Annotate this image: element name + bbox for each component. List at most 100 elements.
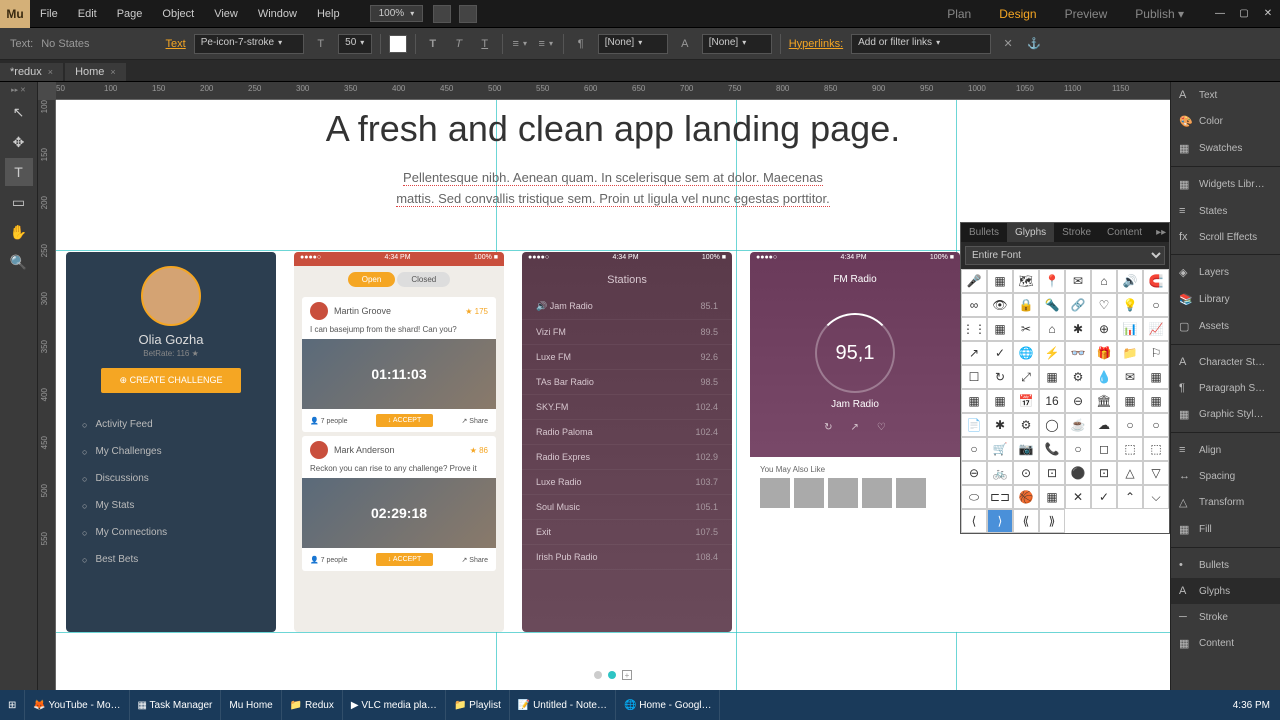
glyph-cell[interactable]: 16 <box>1039 389 1065 413</box>
glyph-cell[interactable]: 📅 <box>1013 389 1039 413</box>
glyph-cell[interactable]: ⋮⋮ <box>961 317 987 341</box>
glyph-cell[interactable]: 🎁 <box>1091 341 1117 365</box>
glyph-cell[interactable]: 🔦 <box>1039 293 1065 317</box>
glyph-cell[interactable]: ○ <box>1143 293 1169 317</box>
glyph-cell[interactable]: ✓ <box>987 341 1013 365</box>
taskbar-button[interactable]: ⊞ <box>0 690 25 720</box>
glyph-cell[interactable]: ▦ <box>987 389 1013 413</box>
glyph-cell[interactable]: ⊖ <box>1065 389 1091 413</box>
taskbar-button[interactable]: 🦊 YouTube - Mo… <box>25 690 129 720</box>
font-dropdown[interactable]: Pe-icon-7-stroke <box>194 34 304 54</box>
para-style-icon[interactable]: ¶ <box>572 35 590 53</box>
glyph-cell[interactable]: 🔗 <box>1065 293 1091 317</box>
glyph-cell[interactable]: ◯ <box>1039 413 1065 437</box>
glyph-cell[interactable]: ⟫ <box>1039 509 1065 533</box>
taskbar-button[interactable]: Mu Home <box>221 690 281 720</box>
workspace-plan[interactable]: Plan <box>933 7 985 21</box>
glyph-cell[interactable]: 📊 <box>1117 317 1143 341</box>
italic-button[interactable]: T <box>450 35 468 53</box>
menu-file[interactable]: File <box>30 8 68 20</box>
taskbar-button[interactable]: ▦ Task Manager <box>130 690 222 720</box>
glyph-cell[interactable]: ↻ <box>987 365 1013 389</box>
glyph-cell[interactable]: ▦ <box>1039 485 1065 509</box>
glyph-cell[interactable]: 📁 <box>1117 341 1143 365</box>
text-tool[interactable]: T <box>5 158 33 186</box>
glyph-cell[interactable]: ☐ <box>961 365 987 389</box>
glyph-cell[interactable]: 💧 <box>1091 365 1117 389</box>
glyphs-tab-glyphs[interactable]: Glyphs <box>1007 223 1054 242</box>
panel-widgetslibr[interactable]: ▦Widgets Libr… <box>1171 171 1280 198</box>
para-style-dropdown[interactable]: [None] <box>598 34 668 54</box>
glyph-cell[interactable]: ⬭ <box>961 485 987 509</box>
glyph-cell[interactable]: 👁 <box>987 293 1013 317</box>
taskbar-button[interactable]: 🌐 Home - Googl… <box>616 690 720 720</box>
glyph-cell[interactable]: ✕ <box>1065 485 1091 509</box>
glyph-cell[interactable]: ⌂ <box>1039 317 1065 341</box>
glyph-cell[interactable]: ⚫ <box>1065 461 1091 485</box>
zoom-dropdown[interactable]: 100% <box>370 5 424 22</box>
glyph-cell[interactable]: ○ <box>1065 437 1091 461</box>
glyph-cell[interactable]: 🚲 <box>987 461 1013 485</box>
close-button[interactable]: ✕ <box>1256 5 1280 23</box>
glyph-cell[interactable]: ✓ <box>1091 485 1117 509</box>
panel-fill[interactable]: ▦Fill <box>1171 516 1280 543</box>
glyph-cell[interactable]: ▦ <box>961 389 987 413</box>
hyperlinks-input[interactable]: Add or filter links <box>851 34 991 54</box>
page-dot-active[interactable] <box>608 671 616 679</box>
glyphs-tab-content[interactable]: Content <box>1099 223 1150 242</box>
glyph-cell[interactable]: ✂ <box>1013 317 1039 341</box>
taskbar-button[interactable]: 📝 Untitled - Note… <box>510 690 616 720</box>
glyph-cell[interactable]: 🧲 <box>1143 269 1169 293</box>
panel-color[interactable]: 🎨Color <box>1171 108 1280 135</box>
add-page-button[interactable]: + <box>622 670 632 680</box>
glyph-cell[interactable]: ⊡ <box>1039 461 1065 485</box>
glyph-cell[interactable]: ♡ <box>1091 293 1117 317</box>
glyph-cell[interactable]: ↗ <box>961 341 987 365</box>
page-subtext[interactable]: Pellentesque nibh. Aenean quam. In scele… <box>186 168 1040 210</box>
glyph-cell[interactable]: ⚙ <box>1013 413 1039 437</box>
glyph-cell[interactable]: 📞 <box>1039 437 1065 461</box>
glyph-cell[interactable]: 🌐 <box>1013 341 1039 365</box>
panel-graphicstyl[interactable]: ▦Graphic Styl… <box>1171 401 1280 428</box>
doc-tab[interactable]: Home× <box>65 63 126 81</box>
panel-library[interactable]: 📚Library <box>1171 286 1280 313</box>
glyph-cell[interactable]: ▦ <box>1039 365 1065 389</box>
panel-states[interactable]: ≡States <box>1171 198 1280 224</box>
menu-view[interactable]: View <box>204 8 248 20</box>
panel-spacing[interactable]: ↔Spacing <box>1171 463 1280 489</box>
taskbar-button[interactable]: 📁 Redux <box>282 690 343 720</box>
glyph-cell[interactable]: 📈 <box>1143 317 1169 341</box>
glyph-cell[interactable]: ⊖ <box>961 461 987 485</box>
glyph-cell[interactable]: ⬚ <box>1143 437 1169 461</box>
glyph-cell[interactable]: ⚡ <box>1039 341 1065 365</box>
glyph-cell[interactable]: ⟩ <box>987 509 1013 533</box>
glyph-cell[interactable]: ⤢ <box>1013 365 1039 389</box>
font-size-input[interactable]: 50 <box>338 34 372 54</box>
glyphs-font-select[interactable]: Entire Font <box>965 246 1165 265</box>
panel-scrolleffects[interactable]: fxScroll Effects <box>1171 224 1280 250</box>
workspace-preview[interactable]: Preview <box>1051 7 1122 21</box>
glyph-cell[interactable]: 🔒 <box>1013 293 1039 317</box>
glyph-cell[interactable]: ⊕ <box>1091 317 1117 341</box>
panel-collapse-icon[interactable]: ▸▸ <box>1150 223 1170 242</box>
panel-bullets[interactable]: •Bullets <box>1171 552 1280 578</box>
bold-button[interactable]: T <box>424 35 442 53</box>
glyph-cell[interactable]: ⌃ <box>1117 485 1143 509</box>
glyph-cell[interactable]: △ <box>1117 461 1143 485</box>
glyph-cell[interactable]: ☁ <box>1091 413 1117 437</box>
glyph-cell[interactable]: ⬚ <box>1117 437 1143 461</box>
doc-tab[interactable]: *redux× <box>0 63 63 81</box>
menu-object[interactable]: Object <box>152 8 204 20</box>
panel-characterst[interactable]: ACharacter St… <box>1171 349 1280 375</box>
hyperlink-clear-icon[interactable]: ✕ <box>999 35 1017 53</box>
glyph-cell[interactable]: ⚐ <box>1143 341 1169 365</box>
glyph-cell[interactable]: 🛒 <box>987 437 1013 461</box>
taskbar-button[interactable]: 📁 Playlist <box>446 690 510 720</box>
panel-text[interactable]: AText <box>1171 82 1280 108</box>
char-style-dropdown[interactable]: [None] <box>702 34 772 54</box>
panel-paragraphs[interactable]: ¶Paragraph S… <box>1171 375 1280 401</box>
menu-page[interactable]: Page <box>107 8 153 20</box>
panel-content[interactable]: ▦Content <box>1171 630 1280 657</box>
glyph-cell[interactable]: 💡 <box>1117 293 1143 317</box>
workspace-publish[interactable]: Publish ▾ <box>1121 7 1198 21</box>
